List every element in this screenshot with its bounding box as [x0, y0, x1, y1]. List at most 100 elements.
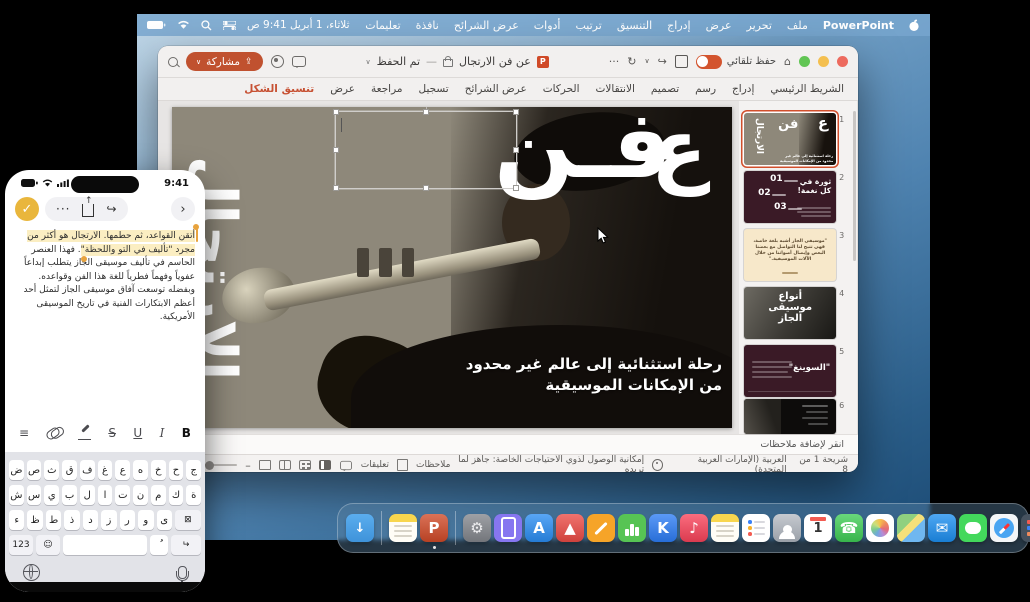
- wifi-icon[interactable]: [177, 20, 190, 30]
- dock-iphone-mirroring[interactable]: [494, 514, 522, 542]
- key-ر[interactable]: ر: [120, 510, 135, 530]
- dock-launchpad[interactable]: [1021, 514, 1030, 542]
- slide-canvas[interactable]: ع فـن الارتجال رحلة استثنائية إلى عالم غ…: [172, 107, 732, 428]
- bold-button[interactable]: B: [182, 426, 191, 440]
- numbers-key[interactable]: 123: [9, 535, 33, 555]
- underline-button[interactable]: U: [133, 426, 142, 440]
- key-ع[interactable]: ع: [115, 460, 130, 480]
- dock-downloads-folder[interactable]: ↓: [346, 514, 374, 542]
- dock-keynote[interactable]: K: [649, 514, 677, 542]
- backspace-key[interactable]: ⊠: [175, 510, 201, 530]
- key-ا[interactable]: ا: [98, 485, 113, 505]
- key-ت[interactable]: ت: [115, 485, 130, 505]
- link-icon[interactable]: [45, 425, 62, 440]
- key-ة[interactable]: ة: [186, 485, 201, 505]
- menu-insert[interactable]: إدراج: [667, 19, 690, 32]
- menu-file[interactable]: ملف: [787, 19, 808, 32]
- note-text[interactable]: أتقن القواعد، ثم حطمها. الارتجال هو أكثر…: [15, 230, 195, 325]
- selection-handle-start-bar[interactable]: [196, 229, 198, 242]
- dock-app-store[interactable]: A: [525, 514, 553, 542]
- key-د[interactable]: د: [83, 510, 98, 530]
- key-ء[interactable]: ء: [9, 510, 24, 530]
- search-icon[interactable]: [168, 57, 178, 67]
- tab-animations[interactable]: الحركات: [543, 83, 580, 95]
- key-ط[interactable]: ط: [46, 510, 61, 530]
- share-button[interactable]: ⇪ مشاركة ∨: [186, 52, 263, 71]
- resize-handle-ne[interactable]: [513, 109, 519, 115]
- key-ف[interactable]: ف: [80, 460, 95, 480]
- key-ظ[interactable]: ظ: [27, 510, 42, 530]
- resize-handle-w[interactable]: [333, 147, 339, 153]
- language-indicator[interactable]: العربية (الإمارات العربية المتحدة): [671, 455, 786, 472]
- menu-powerpoint[interactable]: PowerPoint: [823, 19, 894, 32]
- key-م[interactable]: م: [151, 485, 166, 505]
- slide-counter[interactable]: شريحة 1 من 8: [795, 455, 848, 472]
- thumbnail-slide-3[interactable]: "موسيقى الجاز أشبه بلغة خاصة، فهي تتيح ل…: [744, 229, 836, 281]
- key-ج[interactable]: ج: [186, 460, 201, 480]
- more-icon[interactable]: ···: [56, 202, 70, 216]
- comments-button[interactable]: تعليقات: [361, 460, 389, 470]
- dock-pencil-app[interactable]: [587, 514, 615, 542]
- dock-photos[interactable]: [866, 514, 894, 542]
- dock-reminders[interactable]: [742, 514, 770, 542]
- spotlight-search-icon[interactable]: [201, 20, 212, 31]
- key-ى[interactable]: ى: [157, 510, 172, 530]
- resize-handle-e[interactable]: [513, 147, 519, 153]
- resize-handle-nw[interactable]: [333, 109, 339, 115]
- key-ص[interactable]: ص: [27, 460, 42, 480]
- saved-state[interactable]: تم الحفظ: [377, 55, 420, 68]
- key-س[interactable]: س: [27, 485, 42, 505]
- key-و[interactable]: و: [138, 510, 153, 530]
- key-ل[interactable]: ل: [80, 485, 95, 505]
- tab-home[interactable]: الشريط الرئيسي: [770, 83, 844, 95]
- menu-edit[interactable]: تحرير: [747, 19, 772, 32]
- resize-handle-sw[interactable]: [333, 185, 339, 191]
- home-icon[interactable]: ⌂: [784, 56, 791, 67]
- menu-arrange[interactable]: ترتيب: [575, 19, 601, 32]
- notes-icon[interactable]: [397, 459, 408, 471]
- menu-bar-clock[interactable]: ثلاثاء، 1 أبريل 9:41 ص: [247, 19, 350, 31]
- autosave-toggle[interactable]: [696, 55, 722, 69]
- zoom-out-button[interactable]: –: [245, 459, 251, 472]
- tab-record[interactable]: تسجيل: [419, 83, 449, 95]
- thumbnail-scrollbar[interactable]: [853, 111, 856, 261]
- key-ض[interactable]: ض: [9, 460, 24, 480]
- key-ح[interactable]: ح: [169, 460, 184, 480]
- key-ه[interactable]: ه: [133, 460, 148, 480]
- slideshow-view-icon[interactable]: [259, 460, 271, 470]
- tab-view[interactable]: عرض: [330, 83, 355, 95]
- reading-view-icon[interactable]: [279, 460, 291, 470]
- emoji-key[interactable]: ☺: [36, 535, 60, 555]
- comment-icon[interactable]: [292, 56, 306, 67]
- dock-messages[interactable]: [959, 514, 987, 542]
- menu-tools[interactable]: أدوات: [534, 19, 561, 32]
- notes-placeholder[interactable]: انقر لإضافة ملاحظات: [760, 439, 844, 450]
- globe-key-icon[interactable]: [23, 564, 40, 581]
- menu-help[interactable]: تعليمات: [365, 19, 400, 32]
- thumbnail-slide-4[interactable]: أنواع موسيقى الجاز: [744, 287, 836, 339]
- key-ب[interactable]: ب: [62, 485, 77, 505]
- thumbnail-slide-6[interactable]: [744, 399, 836, 434]
- dock-system-settings[interactable]: ⚙: [463, 514, 491, 542]
- normal-view-icon[interactable]: [319, 460, 331, 470]
- key-ك[interactable]: ك: [169, 485, 184, 505]
- dock-numbers[interactable]: [618, 514, 646, 542]
- dock-calendar[interactable]: 1: [804, 514, 832, 542]
- record-icon[interactable]: [271, 55, 284, 68]
- dock-music[interactable]: ♪: [680, 514, 708, 542]
- dictation-mic-icon[interactable]: [178, 566, 187, 579]
- dock-powerpoint[interactable]: P: [420, 514, 448, 542]
- highlight-pen-icon[interactable]: [78, 426, 91, 440]
- dock-notes[interactable]: [711, 514, 739, 542]
- menu-view[interactable]: عرض: [706, 19, 732, 32]
- key-ق[interactable]: ق: [62, 460, 77, 480]
- selection-handle-end[interactable]: [81, 256, 87, 262]
- dock-rocket-app[interactable]: ▲: [556, 514, 584, 542]
- italic-button[interactable]: I: [160, 426, 165, 440]
- thumbnail-slide-1[interactable]: ع فن الارتجال رحلة استثنائية إلى عالم غي…: [744, 113, 836, 165]
- space-key[interactable]: [63, 535, 147, 555]
- dock-contacts[interactable]: [773, 514, 801, 542]
- menu-format[interactable]: التنسيق: [617, 19, 652, 32]
- menu-window[interactable]: نافذة: [416, 19, 439, 32]
- thumbnail-slide-5[interactable]: "السوينغ": [744, 345, 836, 397]
